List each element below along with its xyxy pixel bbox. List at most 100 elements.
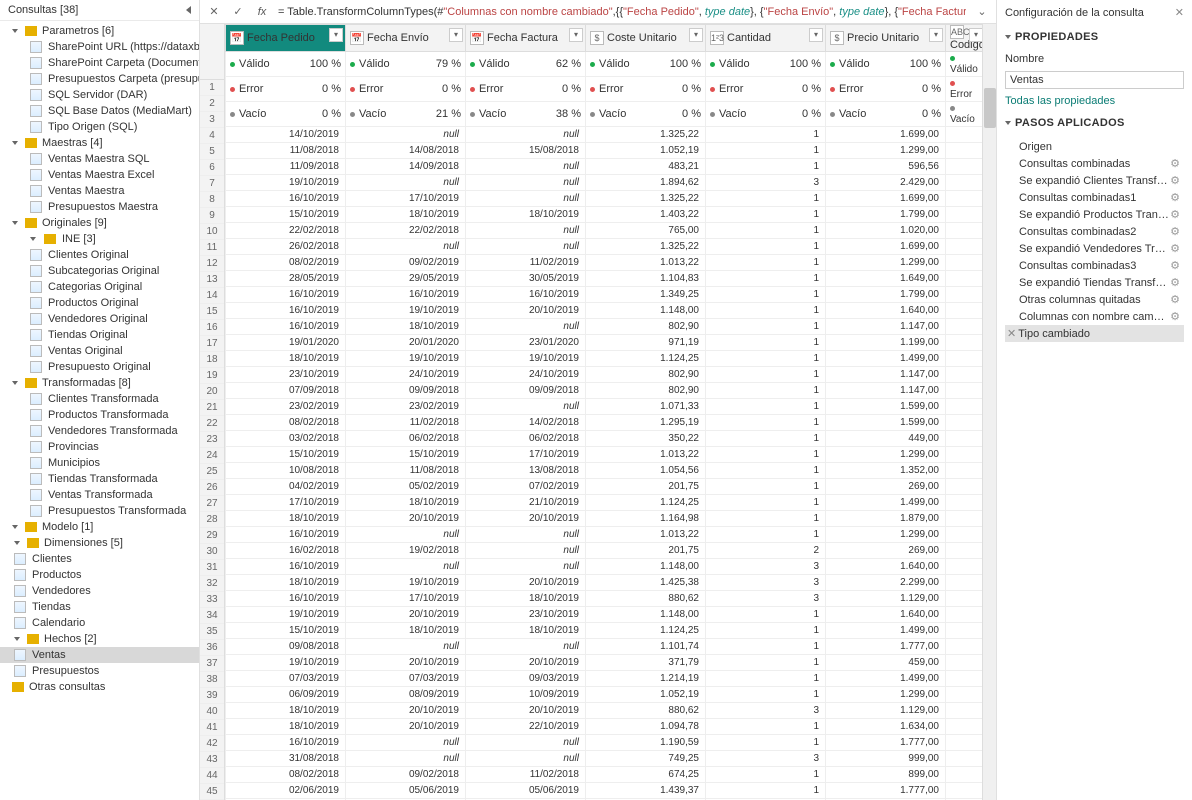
applied-step[interactable]: Consultas combinadas3⚙ (1005, 257, 1184, 274)
accept-formula-icon[interactable]: ✓ (230, 5, 246, 18)
table-row[interactable]: 10/08/201811/08/201813/08/20181.054,5611… (226, 463, 983, 479)
cell[interactable]: 19/01/2020 (226, 335, 346, 351)
cell[interactable]: null (346, 239, 466, 255)
column-header[interactable]: 📅Fecha Envío▾ (346, 25, 466, 52)
cell[interactable]: 1 (706, 431, 826, 447)
tree-item[interactable]: SharePoint URL (https://dataxbi.share... (0, 39, 199, 55)
cell[interactable]: null (466, 191, 586, 207)
cell[interactable]: 16/10/2019 (226, 527, 346, 543)
cell[interactable]: 18/10/2019 (226, 575, 346, 591)
cell[interactable]: 1.894,62 (586, 175, 706, 191)
cell[interactable]: 201,75 (586, 543, 706, 559)
column-header[interactable]: $Coste Unitario▾ (586, 25, 706, 52)
cell[interactable]: 2 (706, 543, 826, 559)
cell[interactable]: 20/10/2019 (466, 655, 586, 671)
cell[interactable]: 1 (706, 495, 826, 511)
applied-step[interactable]: Consultas combinadas1⚙ (1005, 189, 1184, 206)
cell[interactable]: 1.013,22 (586, 447, 706, 463)
cell[interactable]: 1.640,00 (826, 303, 946, 319)
tree-item[interactable]: Presupuestos (0, 663, 199, 679)
cell[interactable]: 1 (706, 511, 826, 527)
cell[interactable]: 1 (706, 159, 826, 175)
cell[interactable]: 1.325,22 (586, 239, 706, 255)
cell[interactable]: 16/10/2019 (466, 287, 586, 303)
cell[interactable]: 1.640,00 (826, 607, 946, 623)
cell[interactable]: 11/08/2018 (226, 143, 346, 159)
cell[interactable]: 1.699,00 (826, 239, 946, 255)
cell[interactable]: 11/02/2018 (466, 767, 586, 783)
row-number[interactable]: 20 (200, 384, 224, 400)
cell[interactable]: 1.403,22 (586, 207, 706, 223)
cell[interactable]: null (466, 239, 586, 255)
row-number[interactable]: 1 (200, 80, 224, 96)
cell[interactable]: 449,00 (826, 431, 946, 447)
table-row[interactable]: 26/02/2018nullnull1.325,2211.699,00 (226, 239, 983, 255)
row-number[interactable]: 13 (200, 272, 224, 288)
cell[interactable]: 1 (706, 207, 826, 223)
tree-item[interactable]: Productos Transformada (0, 407, 199, 423)
cell[interactable]: 1.054,56 (586, 463, 706, 479)
row-number[interactable]: 10 (200, 224, 224, 240)
cell[interactable]: 1.094,78 (586, 719, 706, 735)
table-row[interactable]: 15/10/201915/10/201917/10/20191.013,2211… (226, 447, 983, 463)
cell[interactable]: 1.124,25 (586, 623, 706, 639)
tree-item[interactable]: Provincias (0, 439, 199, 455)
table-row[interactable]: 31/08/2018nullnull749,253999,00 (226, 751, 983, 767)
cell[interactable]: 350,22 (586, 431, 706, 447)
cell[interactable]: 11/02/2018 (346, 415, 466, 431)
tree-item[interactable]: INE [3] (0, 231, 199, 247)
cell[interactable]: 1.640,00 (826, 559, 946, 575)
cell[interactable]: 749,25 (586, 751, 706, 767)
table-row[interactable]: 09/08/2018nullnull1.101,7411.777,00 (226, 639, 983, 655)
tree-item[interactable]: Ventas Maestra Excel (0, 167, 199, 183)
table-row[interactable]: 08/02/201811/02/201814/02/20181.295,1911… (226, 415, 983, 431)
cell[interactable]: 19/02/2018 (346, 543, 466, 559)
tree-item[interactable]: Ventas Maestra SQL (0, 151, 199, 167)
cell[interactable]: 07/09/2018 (226, 383, 346, 399)
gear-icon[interactable]: ⚙ (1170, 242, 1180, 255)
tree-group[interactable]: Otras consultas (0, 679, 199, 695)
cell[interactable]: 09/03/2019 (466, 671, 586, 687)
cell[interactable]: 03/02/2018 (226, 431, 346, 447)
gear-icon[interactable]: ⚙ (1170, 157, 1180, 170)
row-number[interactable]: 43 (200, 752, 224, 768)
row-number[interactable]: 9 (200, 208, 224, 224)
tree-item[interactable]: Presupuestos Transformada (0, 503, 199, 519)
row-number[interactable]: 17 (200, 336, 224, 352)
cell[interactable]: 18/10/2019 (226, 351, 346, 367)
cell[interactable]: 1 (706, 143, 826, 159)
table-row[interactable]: 16/10/201916/10/201916/10/20191.349,2511… (226, 287, 983, 303)
cell[interactable]: 1.352,00 (826, 463, 946, 479)
cell[interactable]: 14/02/2018 (466, 415, 586, 431)
cell[interactable]: 1 (706, 719, 826, 735)
cell[interactable]: null (466, 527, 586, 543)
cell[interactable]: 3 (706, 559, 826, 575)
row-number[interactable]: 40 (200, 704, 224, 720)
cell[interactable]: 06/02/2018 (466, 431, 586, 447)
column-header[interactable]: $Precio Unitario▾ (826, 25, 946, 52)
cell[interactable]: null (466, 159, 586, 175)
cell[interactable]: null (466, 223, 586, 239)
cell[interactable]: 1 (706, 255, 826, 271)
tree-item[interactable]: SQL Servidor (DAR) (0, 87, 199, 103)
cell[interactable]: null (466, 399, 586, 415)
table-row[interactable]: 28/05/201929/05/201930/05/20191.104,8311… (226, 271, 983, 287)
cell[interactable]: 15/10/2019 (226, 623, 346, 639)
table-row[interactable]: 16/10/201917/10/2019null1.325,2211.699,0… (226, 191, 983, 207)
tree-item[interactable]: Tiendas Original (0, 327, 199, 343)
filter-dropdown-icon[interactable]: ▾ (969, 28, 982, 42)
cell[interactable]: 18/10/2019 (466, 591, 586, 607)
cell[interactable]: 1 (706, 287, 826, 303)
column-header[interactable]: 📅Fecha Factura▾ (466, 25, 586, 52)
tree-item[interactable]: Ventas Maestra (0, 183, 199, 199)
table-row[interactable]: 14/10/2019nullnull1.325,2211.699,00 (226, 127, 983, 143)
cell[interactable]: 05/06/2019 (346, 783, 466, 799)
cell[interactable]: 05/02/2019 (346, 479, 466, 495)
row-number[interactable]: 39 (200, 688, 224, 704)
cell[interactable]: 1 (706, 367, 826, 383)
cell[interactable]: 18/10/2019 (466, 623, 586, 639)
tree-item[interactable]: Ventas (0, 647, 199, 663)
row-number[interactable]: 38 (200, 672, 224, 688)
cell[interactable]: 14/08/2018 (346, 143, 466, 159)
cell[interactable]: 1.013,22 (586, 527, 706, 543)
